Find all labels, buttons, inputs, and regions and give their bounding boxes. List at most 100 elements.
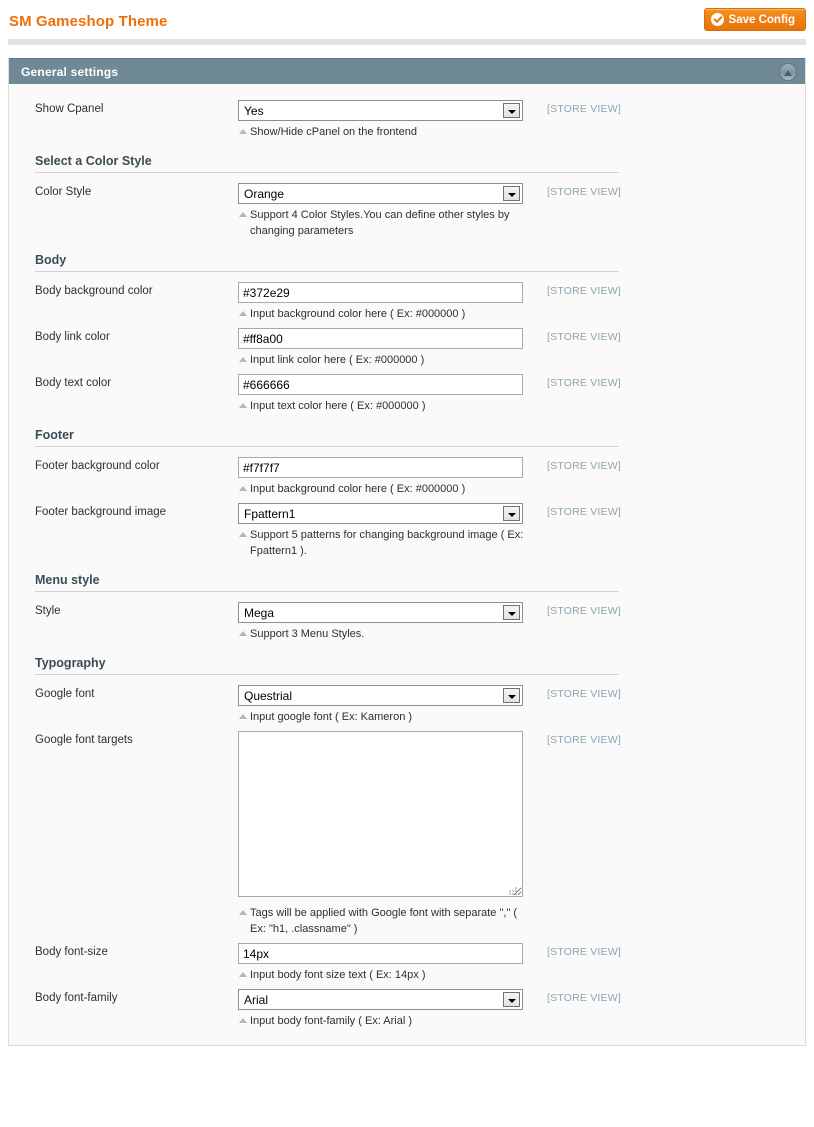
triangle-up-small-icon bbox=[239, 910, 247, 915]
scope-label: [STORE VIEW] bbox=[547, 285, 621, 297]
field-hint-text: Input body font-family ( Ex: Arial ) bbox=[250, 1015, 413, 1027]
field-hint: Support 3 Menu Styles. bbox=[238, 626, 528, 642]
triangle-up-small-icon bbox=[239, 212, 247, 217]
field-hint: Input link color here ( Ex: #000000 ) bbox=[238, 352, 528, 368]
field-label: Footer background color bbox=[35, 460, 160, 472]
field-label: Show Cpanel bbox=[35, 103, 104, 115]
textarea-google-font-targets[interactable] bbox=[238, 731, 523, 897]
section-heading: Typography bbox=[35, 656, 619, 675]
field-control: Arial Input body font-family ( Ex: Arial … bbox=[238, 989, 523, 1029]
select-value: Fpattern1 bbox=[244, 507, 296, 521]
field-hint: Input body font size text ( Ex: 14px ) bbox=[238, 967, 528, 983]
panel-body: Show Cpanel Yes Show/Hide cPanel on the fr… bbox=[9, 84, 805, 1045]
form-row: Color Style Orange Support 4 Color Styles.… bbox=[9, 177, 805, 239]
field-hint-text: Input body font size text ( Ex: 14px ) bbox=[250, 969, 426, 981]
scope-label: [STORE VIEW] bbox=[547, 734, 621, 746]
form-row: Body link color Input link color here ( E… bbox=[9, 322, 805, 368]
field-hint: Show/Hide cPanel on the frontend bbox=[238, 124, 528, 140]
form-row: Footer background image Fpattern1 Support … bbox=[9, 497, 805, 559]
triangle-up-small-icon bbox=[239, 532, 247, 537]
scope-label: [STORE VIEW] bbox=[547, 331, 621, 343]
field-label: Google font bbox=[35, 688, 95, 700]
triangle-up-small-icon bbox=[239, 403, 247, 408]
field-label: Body background color bbox=[35, 285, 153, 297]
select-value: Arial bbox=[244, 993, 269, 1007]
chevron-down-icon[interactable] bbox=[503, 506, 520, 521]
field-hint-text: Support 5 patterns for changing backgrou… bbox=[250, 529, 524, 557]
select-style[interactable]: Mega bbox=[238, 602, 523, 623]
scope-label: [STORE VIEW] bbox=[547, 506, 621, 518]
check-circle-icon bbox=[710, 13, 724, 26]
form-row: Style Mega Support 3 Menu Styles. [STORE VI… bbox=[9, 596, 805, 642]
select-value: Questrial bbox=[244, 689, 293, 703]
field-hint-text: Input background color here ( Ex: #00000… bbox=[250, 308, 466, 320]
config-page: SM Gameshop Theme Save Config General se… bbox=[0, 0, 814, 1127]
chevron-down-icon[interactable] bbox=[503, 186, 520, 201]
form-row: Google font Questrial Input google font ( … bbox=[9, 679, 805, 725]
chevron-down-icon[interactable] bbox=[503, 992, 520, 1007]
triangle-up-small-icon bbox=[239, 1018, 247, 1023]
select-body-font-family[interactable]: Arial bbox=[238, 989, 523, 1010]
field-hint: Tags will be applied with Google font wi… bbox=[238, 905, 528, 937]
field-hint-text: Tags will be applied with Google font wi… bbox=[250, 907, 518, 935]
field-control: Fpattern1 Support 5 patterns for changing… bbox=[238, 503, 523, 559]
field-label: Google font targets bbox=[35, 734, 133, 746]
form-row: Body text color Input text color here ( E… bbox=[9, 368, 805, 414]
textarea-wrapper bbox=[238, 731, 523, 902]
input-body-background-color[interactable] bbox=[238, 282, 523, 303]
chevron-down-icon[interactable] bbox=[503, 605, 520, 620]
section-heading: Footer bbox=[35, 428, 619, 447]
field-hint: Input body font-family ( Ex: Arial ) bbox=[238, 1013, 528, 1029]
triangle-up-icon[interactable] bbox=[779, 63, 797, 81]
field-control: Input text color here ( Ex: #000000 ) bbox=[238, 374, 523, 414]
field-hint: Input background color here ( Ex: #00000… bbox=[238, 306, 528, 322]
input-body-text-color[interactable] bbox=[238, 374, 523, 395]
form-row: Body font-family Arial Input body font-fam… bbox=[9, 983, 805, 1029]
form-row: Body font-size Input body font size text … bbox=[9, 937, 805, 983]
triangle-up-small-icon bbox=[239, 486, 247, 491]
scope-label: [STORE VIEW] bbox=[547, 688, 621, 700]
triangle-up-small-icon bbox=[239, 357, 247, 362]
select-footer-background-image[interactable]: Fpattern1 bbox=[238, 503, 523, 524]
form-row: Google font targets Tags will be applied … bbox=[9, 725, 805, 937]
scope-label: [STORE VIEW] bbox=[547, 103, 621, 115]
chevron-down-icon[interactable] bbox=[503, 103, 520, 118]
field-hint-text: Input google font ( Ex: Kameron ) bbox=[250, 711, 413, 723]
field-hint: Support 5 patterns for changing backgrou… bbox=[238, 527, 528, 559]
field-hint: Input background color here ( Ex: #00000… bbox=[238, 481, 528, 497]
chevron-down-icon[interactable] bbox=[503, 688, 520, 703]
save-config-button[interactable]: Save Config bbox=[703, 8, 806, 31]
triangle-up-small-icon bbox=[239, 714, 247, 719]
select-color-style[interactable]: Orange bbox=[238, 183, 523, 204]
field-control: Yes Show/Hide cPanel on the frontend bbox=[238, 100, 523, 140]
field-hint-text: Support 3 Menu Styles. bbox=[250, 628, 365, 640]
section-heading: Body bbox=[35, 253, 619, 272]
triangle-up-small-icon bbox=[239, 311, 247, 316]
field-hint-text: Support 4 Color Styles.You can define ot… bbox=[250, 209, 510, 237]
field-control: Input body font size text ( Ex: 14px ) bbox=[238, 943, 523, 983]
scope-label: [STORE VIEW] bbox=[547, 377, 621, 389]
scope-label: [STORE VIEW] bbox=[547, 460, 621, 472]
form-row: Show Cpanel Yes Show/Hide cPanel on the fr… bbox=[9, 94, 805, 140]
field-label: Color Style bbox=[35, 186, 92, 198]
select-value: Yes bbox=[244, 104, 264, 118]
header-divider bbox=[8, 39, 806, 45]
field-hint-text: Input link color here ( Ex: #000000 ) bbox=[250, 354, 425, 366]
input-body-font-size[interactable] bbox=[238, 943, 523, 964]
select-google-font[interactable]: Questrial bbox=[238, 685, 523, 706]
input-footer-background-color[interactable] bbox=[238, 457, 523, 478]
scope-label: [STORE VIEW] bbox=[547, 946, 621, 958]
field-control: Mega Support 3 Menu Styles. bbox=[238, 602, 523, 642]
triangle-up-small-icon bbox=[239, 972, 247, 977]
field-hint-text: Show/Hide cPanel on the frontend bbox=[250, 126, 417, 138]
select-show-cpanel[interactable]: Yes bbox=[238, 100, 523, 121]
field-label: Body link color bbox=[35, 331, 110, 343]
field-label: Style bbox=[35, 605, 61, 617]
panel-header[interactable]: General settings bbox=[9, 58, 805, 84]
select-value: Orange bbox=[244, 187, 285, 201]
general-settings-panel: General settings Show Cpanel Yes Show/Hide… bbox=[8, 58, 806, 1046]
field-label: Body font-family bbox=[35, 992, 118, 1004]
input-body-link-color[interactable] bbox=[238, 328, 523, 349]
triangle-up-small-icon bbox=[239, 631, 247, 636]
field-control: Input background color here ( Ex: #00000… bbox=[238, 282, 523, 322]
